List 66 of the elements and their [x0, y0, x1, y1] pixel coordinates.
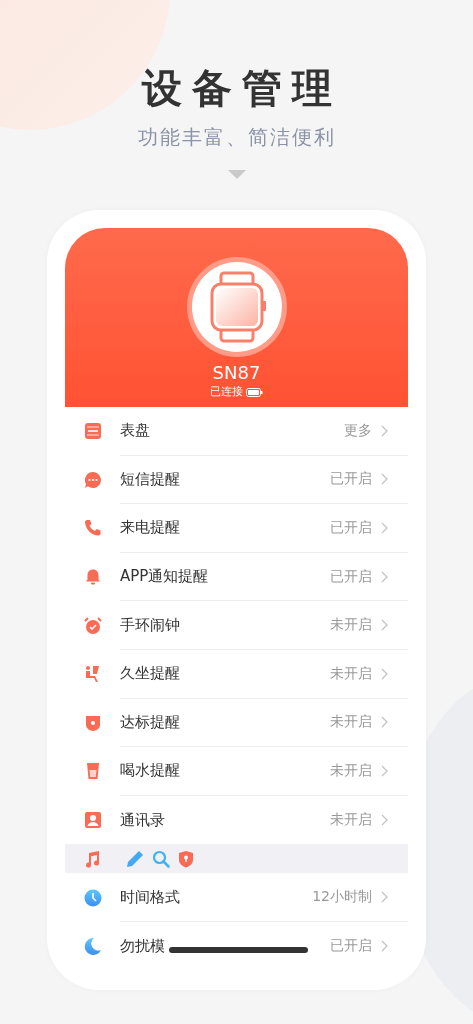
contact-card-icon	[84, 811, 102, 830]
clock-icon	[84, 888, 102, 907]
setting-label: 来电提醒	[120, 518, 180, 538]
setting-value: 更多	[344, 421, 372, 440]
settings-row[interactable]: 久坐提醒 未开启	[65, 649, 408, 699]
seated-person-icon	[84, 665, 102, 684]
phone-icon	[84, 519, 102, 538]
settings-row[interactable]: 来电提醒 已开启	[65, 504, 408, 553]
chevron-right-icon	[381, 940, 388, 953]
settings-row[interactable]: 手环闹钟 未开启	[65, 601, 408, 650]
settings-row[interactable]: 短信提醒 已开启	[65, 455, 408, 505]
settings-row[interactable]: 表盘 更多	[65, 407, 408, 456]
setting-value: 未开启	[330, 616, 372, 635]
subheadline: 功能丰富、简洁便利	[137, 124, 336, 150]
setting-label: 时间格式	[120, 887, 180, 907]
search-icon[interactable]	[152, 849, 170, 868]
setting-label: 手环闹钟	[120, 615, 180, 635]
chevron-right-icon	[381, 814, 388, 827]
settings-row[interactable]: 勿扰模 已开启	[65, 921, 408, 971]
setting-label: 勿扰模	[120, 936, 165, 956]
setting-value: 未开启	[330, 811, 372, 830]
setting-value: 未开启	[330, 761, 372, 780]
setting-label: 表盘	[120, 421, 150, 441]
chevron-right-icon	[381, 570, 388, 583]
setting-label: 通讯录	[120, 810, 165, 830]
setting-value: 已开启	[330, 567, 372, 586]
chevron-right-icon	[381, 891, 388, 904]
bell-icon	[84, 568, 102, 587]
setting-value: 未开启	[330, 664, 372, 683]
setting-label: 喝水提醒	[120, 761, 180, 781]
chevron-right-icon	[381, 667, 388, 680]
setting-value: 已开启	[330, 519, 372, 537]
setting-value: 12小时制	[312, 888, 372, 907]
settings-row[interactable]: APP通知提醒 已开启	[65, 552, 408, 602]
chevron-right-icon	[381, 716, 388, 729]
music-note-icon[interactable]	[84, 849, 102, 868]
watch-face-icon	[84, 422, 102, 441]
setting-value: 已开启	[330, 937, 372, 956]
settings-row[interactable]: 通讯录 未开启	[65, 795, 408, 845]
shield-icon[interactable]	[178, 849, 194, 868]
setting-value: 已开启	[330, 470, 372, 489]
chevron-right-icon	[381, 522, 388, 534]
chevron-right-icon	[381, 619, 388, 632]
settings-row[interactable]: 达标提醒 未开启	[65, 698, 408, 748]
down-arrow-icon	[227, 170, 246, 180]
settings-row[interactable]: 喝水提醒 未开启	[65, 747, 408, 796]
chat-bubble-icon	[84, 470, 102, 489]
device-name: SN87	[212, 362, 261, 384]
setting-label: APP通知提醒	[120, 567, 209, 587]
setting-label: 达标提醒	[120, 712, 180, 732]
battery-icon	[246, 387, 263, 397]
alarm-clock-icon	[84, 616, 102, 635]
moon-icon	[84, 937, 102, 956]
setting-label: 短信提醒	[120, 469, 180, 489]
headline: 设备管理	[140, 64, 342, 113]
settings-row[interactable]: 时间格式 12小时制	[65, 873, 408, 922]
badge-icon	[84, 713, 102, 732]
pencil-icon[interactable]	[126, 849, 144, 868]
connection-status: 已连接	[210, 384, 243, 400]
chevron-right-icon	[381, 424, 388, 437]
chevron-right-icon	[381, 764, 388, 777]
cup-icon	[84, 762, 102, 781]
setting-value: 未开启	[330, 713, 372, 732]
chevron-right-icon	[381, 473, 388, 486]
watch-icon	[185, 256, 288, 358]
setting-label: 久坐提醒	[120, 664, 180, 684]
